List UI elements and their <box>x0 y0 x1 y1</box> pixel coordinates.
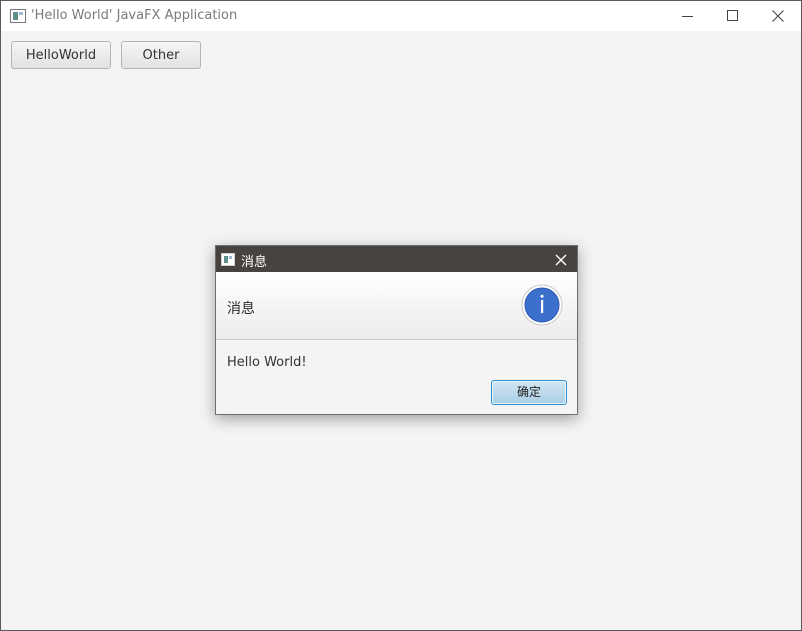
dialog-content-text: Hello World! <box>227 355 307 370</box>
minimize-icon <box>682 16 693 17</box>
ok-button[interactable]: 确定 <box>491 380 567 405</box>
window-titlebar[interactable]: 'Hello World' JavaFX Application <box>1 1 801 31</box>
minimize-button[interactable] <box>665 1 711 31</box>
main-window: 'Hello World' JavaFX Application HelloWo… <box>0 0 802 631</box>
dialog-close-icon <box>555 254 567 266</box>
dialog-title: 消息 <box>241 255 268 270</box>
dialog-header: 消息 <box>216 272 577 340</box>
dialog-close-button[interactable] <box>554 252 568 266</box>
close-icon <box>772 10 784 22</box>
maximize-button[interactable] <box>710 1 756 31</box>
dialog-app-icon <box>221 253 235 266</box>
close-button[interactable] <box>755 1 801 31</box>
dialog-titlebar[interactable]: 消息 <box>216 246 577 272</box>
dialog-header-text: 消息 <box>227 301 255 317</box>
window-title: 'Hello World' JavaFX Application <box>31 8 238 23</box>
app-icon <box>10 9 26 23</box>
helloworld-button[interactable]: HelloWorld <box>11 41 111 69</box>
maximize-icon <box>727 10 738 21</box>
message-dialog: 消息 消息 Hello World! 确定 <box>215 245 578 415</box>
other-button[interactable]: Other <box>121 41 201 69</box>
info-icon <box>521 284 563 326</box>
